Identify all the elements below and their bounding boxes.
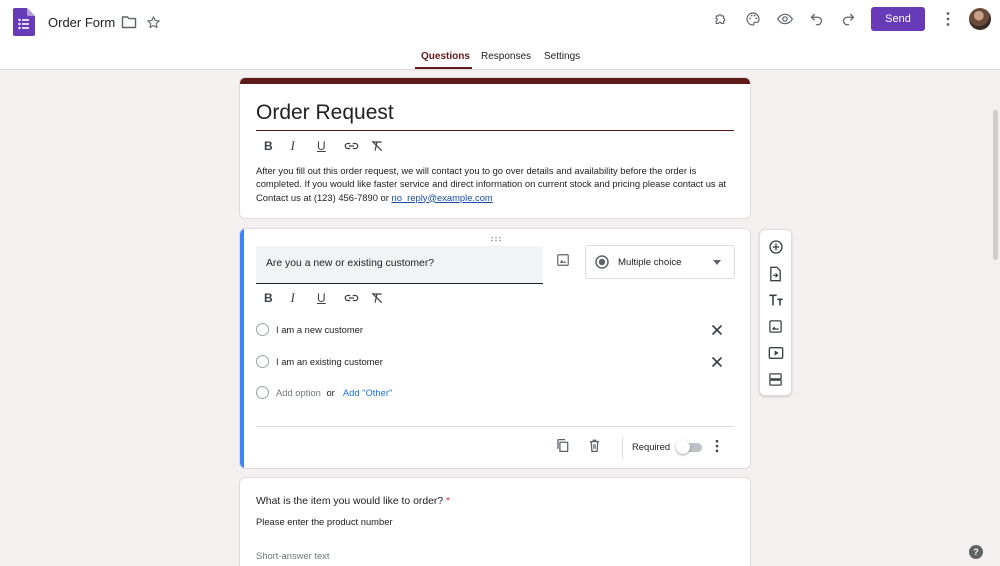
account-avatar[interactable] [969,8,991,30]
bold-icon[interactable]: B [264,290,291,306]
question-format-toolbar: B I U [264,290,397,306]
add-video-icon[interactable] [768,346,784,360]
title-format-toolbar: B I U [264,138,397,154]
active-question-indicator [240,229,244,468]
page-scrollbar[interactable] [993,110,998,260]
redo-icon[interactable] [841,11,856,26]
import-questions-icon[interactable] [768,266,783,282]
link-icon[interactable] [344,138,371,154]
question-type-dropdown[interactable]: Multiple choice [585,245,735,279]
theme-strip [240,78,750,84]
active-tab-indicator [415,67,472,69]
remove-option-icon[interactable] [711,355,723,373]
form-description[interactable]: After you fill out this order request, w… [256,164,736,204]
required-toggle-knob[interactable] [676,440,690,454]
remove-option-icon[interactable] [711,323,723,341]
question-title-text: What is the item you would like to order… [256,496,444,507]
question-footer-divider [256,426,734,427]
add-option-row: Add option or Add "Other" [256,384,726,402]
drag-handle-icon[interactable] [490,234,502,244]
italic-icon[interactable]: I [291,290,318,306]
add-question-icon[interactable] [768,239,784,255]
tab-responses[interactable]: Responses [481,51,531,62]
palette-icon[interactable] [745,11,761,27]
form-title[interactable]: Order Request [256,101,394,125]
required-label: Required [632,441,671,452]
or-label: or [326,387,335,398]
form-title-card[interactable]: Order Request B I U After you fill out t… [239,77,751,219]
underline-icon[interactable]: U [317,138,344,154]
preview-eye-icon[interactable] [777,12,793,26]
link-icon[interactable] [344,290,371,306]
duplicate-icon[interactable] [556,438,569,453]
answer-option[interactable]: I am a new customer [256,321,726,339]
add-option-link[interactable]: Add option [276,387,321,398]
answer-option[interactable]: I am an existing customer [256,353,726,371]
option-label[interactable]: I am a new customer [276,324,363,335]
add-section-icon[interactable] [768,372,783,387]
footer-separator [622,437,623,459]
tab-bar: Questions Responses Settings [0,51,1000,70]
title-underline [256,130,734,131]
clear-format-icon[interactable] [370,290,397,306]
add-question-image-icon[interactable] [556,253,570,272]
radio-icon [256,386,269,399]
option-label[interactable]: I am an existing customer [276,356,383,367]
star-icon[interactable] [146,15,161,30]
dropdown-arrow-icon [713,260,721,265]
short-answer-placeholder: Short-answer text [256,550,330,561]
help-icon[interactable]: ? [969,545,983,559]
underline-icon[interactable]: U [317,290,344,306]
radio-checked-icon [595,255,609,269]
question-description: Please enter the product number [256,516,393,527]
bold-icon[interactable]: B [264,138,291,154]
send-button[interactable]: Send [871,7,925,31]
question-card[interactable]: What is the item you would like to order… [239,477,751,566]
italic-icon[interactable]: I [291,138,318,154]
more-vert-icon[interactable] [942,11,954,27]
folder-icon[interactable] [121,15,137,29]
add-image-icon[interactable] [768,319,783,334]
required-asterisk: * [446,496,451,507]
contact-email-link[interactable]: no_reply@example.com [392,192,493,203]
add-option-line: Add option or Add "Other" [276,387,392,398]
forms-logo-icon[interactable] [13,8,35,36]
clear-format-icon[interactable] [370,138,397,154]
undo-icon[interactable] [809,11,824,26]
question-card-active[interactable]: Are you a new or existing customer? Mult… [239,228,751,469]
question-tools-rail [759,229,792,396]
top-bar: Order Form Send Questions Responses Sett… [0,0,1000,70]
tab-questions[interactable]: Questions [421,51,470,62]
question-title[interactable]: What is the item you would like to order… [256,496,450,507]
addons-puzzle-icon[interactable] [713,11,728,27]
delete-icon[interactable] [588,438,601,453]
radio-icon [256,355,269,368]
document-title[interactable]: Order Form [48,15,115,30]
add-title-icon[interactable] [768,293,784,307]
radio-icon [256,323,269,336]
tab-settings[interactable]: Settings [544,51,580,62]
add-other-link[interactable]: Add "Other" [343,387,392,398]
more-options-icon[interactable] [714,439,720,453]
question-title-input[interactable]: Are you a new or existing customer? [256,246,543,284]
question-type-label: Multiple choice [618,257,682,268]
